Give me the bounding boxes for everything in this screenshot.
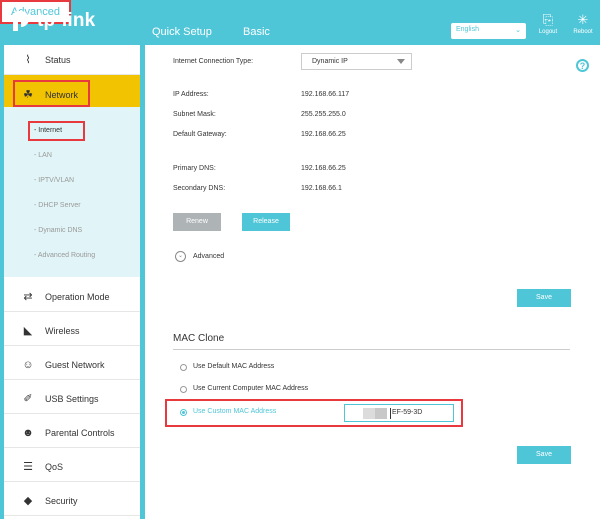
submenu-iptv-vlan[interactable]: - IPTV/VLAN (34, 177, 74, 184)
dropdown-arrow-icon (397, 59, 405, 64)
pulse-icon: ⌇ (25, 54, 31, 66)
connection-type-value: Dynamic IP (312, 58, 348, 65)
default-gateway-value: 192.168.66.25 (301, 131, 346, 138)
custom-mac-input[interactable]: EF-59-3D (344, 404, 454, 422)
reboot-button[interactable]: ✳ Reboot (568, 12, 598, 36)
tab-quick-setup[interactable]: Quick Setup (152, 26, 212, 38)
logout-label: Logout (538, 29, 558, 35)
save-button-mac-clone[interactable]: Save (517, 446, 571, 464)
sidebar-item-parental-controls[interactable]: ☻ Parental Controls (4, 418, 140, 448)
wifi-icon: ◣ (23, 325, 33, 337)
qos-icon: ☰ (23, 461, 33, 473)
ip-address-label: IP Address: (173, 91, 209, 98)
sidebar-item-qos[interactable]: ☰ QoS (4, 452, 140, 482)
connection-type-select[interactable]: Dynamic IP (301, 53, 412, 70)
radio-default-mac[interactable] (180, 364, 187, 371)
logout-button[interactable]: ⎘ Logout (533, 12, 563, 36)
reboot-icon: ✳ (577, 12, 589, 27)
sidebar-item-label: QoS (45, 461, 64, 472)
submenu-dynamic-dns[interactable]: - Dynamic DNS (34, 227, 82, 234)
radio-current-computer-mac[interactable] (180, 386, 187, 393)
shield-icon: ◆ (23, 495, 33, 507)
default-mac-label: Use Default MAC Address (193, 363, 275, 370)
tp-link-logo: tp-link (10, 9, 95, 33)
sidebar-item-usb-settings[interactable]: ✐ USB Settings (4, 384, 140, 414)
sidebar-item-label: Guest Network (45, 359, 105, 370)
submenu-lan[interactable]: - LAN (34, 152, 52, 159)
sidebar-item-label: Wireless (45, 325, 80, 336)
main-content: Internet Connection Type: Dynamic IP ? I… (145, 45, 600, 519)
help-icon[interactable]: ? (576, 59, 589, 72)
chevron-down-icon[interactable]: ⌄ (175, 251, 186, 262)
section-divider (173, 349, 570, 350)
blurred-mac-segment (375, 408, 387, 419)
sidebar-item-label: Parental Controls (45, 427, 115, 438)
default-gateway-label: Default Gateway: (173, 131, 227, 138)
sidebar-item-guest-network[interactable]: ☺ Guest Network (4, 350, 140, 380)
tab-basic[interactable]: Basic (243, 26, 270, 38)
mac-clone-title: MAC Clone (173, 333, 225, 344)
guest-icon: ☺ (22, 358, 34, 371)
language-select[interactable]: English ⌄ (451, 23, 526, 39)
connection-type-label: Internet Connection Type: (173, 58, 254, 65)
subnet-mask-value: 255.255.255.0 (301, 111, 346, 118)
network-highlight-box (13, 80, 90, 107)
sidebar-item-label: USB Settings (45, 393, 99, 404)
primary-dns-label: Primary DNS: (173, 165, 216, 172)
secondary-dns-value: 192.168.66.1 (301, 185, 342, 192)
custom-mac-label: Use Custom MAC Address (193, 408, 277, 415)
ip-address-value: 192.168.66.117 (301, 91, 350, 98)
renew-button[interactable]: Renew (173, 213, 221, 231)
usb-icon: ✐ (23, 393, 33, 405)
logout-icon: ⎘ (542, 12, 554, 27)
sidebar-item-label: Status (45, 54, 71, 65)
chevron-down-icon: ⌄ (515, 27, 521, 34)
internet-highlight-box (28, 121, 85, 141)
sidebar-item-wireless[interactable]: ◣ Wireless (4, 316, 140, 346)
sidebar-item-operation-mode[interactable]: ⇄ Operation Mode (4, 282, 140, 312)
advanced-toggle-label[interactable]: Advanced (193, 253, 224, 260)
text-cursor (390, 408, 391, 419)
custom-mac-value: EF-59-3D (392, 409, 423, 416)
secondary-dns-label: Secondary DNS: (173, 185, 226, 192)
sidebar: ⌇ Status ☘ Network - Internet - LAN - IP… (4, 45, 140, 519)
sidebar-item-label: Operation Mode (45, 291, 110, 302)
logo-text: tp-link (37, 10, 96, 31)
sidebar-item-status[interactable]: ⌇ Status (4, 45, 140, 75)
reboot-label: Reboot (573, 29, 593, 35)
submenu-dhcp-server[interactable]: - DHCP Server (34, 202, 81, 209)
submenu-advanced-routing[interactable]: - Advanced Routing (34, 252, 95, 259)
top-header: tp-link Quick Setup Basic Advanced Engli… (0, 0, 600, 45)
primary-dns-value: 192.168.66.25 (301, 165, 346, 172)
operation-mode-icon: ⇄ (23, 291, 33, 303)
parental-icon: ☻ (22, 426, 34, 439)
sidebar-item-label: Security (45, 495, 78, 506)
subnet-mask-label: Subnet Mask: (173, 111, 216, 118)
current-computer-mac-label: Use Current Computer MAC Address (193, 385, 309, 392)
logo-mark-icon (10, 9, 32, 33)
sidebar-item-security[interactable]: ◆ Security (4, 486, 140, 516)
save-button-connection[interactable]: Save (517, 289, 571, 307)
language-value: English (456, 26, 479, 33)
release-button[interactable]: Release (242, 213, 290, 231)
radio-custom-mac[interactable] (180, 409, 187, 416)
